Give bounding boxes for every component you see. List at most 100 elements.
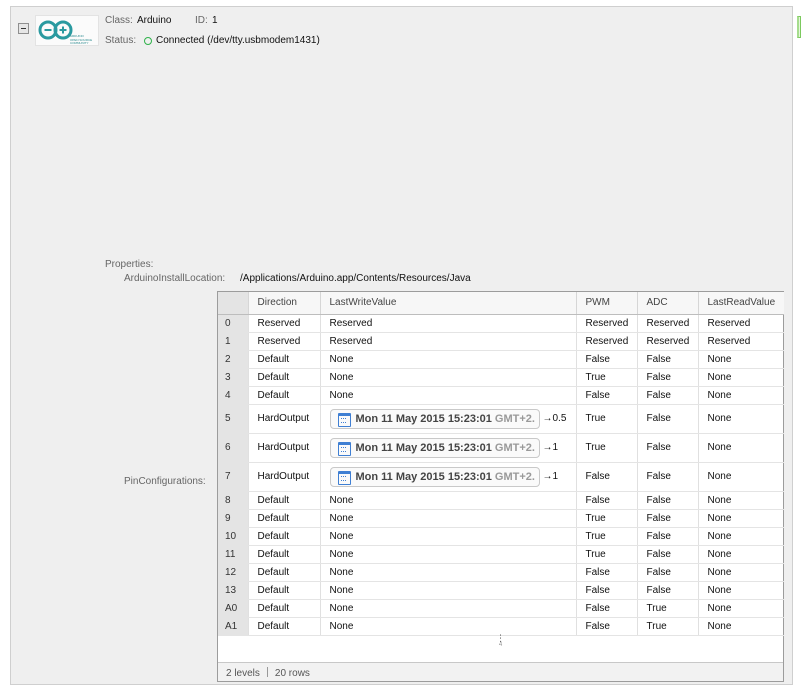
status-label: Status:	[105, 35, 137, 46]
pin-cell: 11	[218, 545, 248, 564]
collapse-button[interactable]	[18, 23, 29, 34]
direction-cell: Default	[247, 491, 320, 510]
date-time-picker[interactable]: Mon 11 May 2015 15:23:01 GMT+2.	[329, 466, 540, 487]
adc-cell: False	[636, 368, 698, 387]
adc-cell: False	[636, 581, 698, 600]
pwm-cell: False	[575, 491, 637, 510]
column-header-lastreadvalue[interactable]: LastReadValue	[697, 292, 784, 315]
pin-cell: 13	[218, 581, 248, 600]
pin-cell: 10	[218, 527, 248, 546]
table-row[interactable]: 3 Default None True False None	[218, 368, 784, 387]
pwm-cell: False	[575, 350, 637, 369]
direction-cell: Default	[247, 563, 320, 582]
table-row[interactable]: A0 Default None False True None	[218, 599, 784, 618]
pin-cell: 3	[218, 368, 248, 387]
lastread-cell: None	[697, 527, 784, 546]
pwm-cell: True	[575, 545, 637, 564]
pin-cell: 9	[218, 509, 248, 528]
table-header-row: Direction LastWriteValue PWM ADC LastRea…	[218, 292, 784, 315]
lastread-cell: None	[697, 386, 784, 405]
table-row[interactable]: 5 HardOutput Mon 11 May 2015 15:23:01 GM…	[218, 404, 784, 434]
pwm-cell: True	[575, 433, 637, 463]
pin-configurations-table: Direction LastWriteValue PWM ADC LastRea…	[217, 291, 784, 682]
status-indicator-icon	[144, 37, 152, 45]
adc-cell: False	[636, 491, 698, 510]
resize-handle[interactable]	[797, 16, 801, 38]
direction-cell: Reserved	[247, 314, 320, 333]
table-row[interactable]: 12 Default None False False None	[218, 563, 784, 582]
table-row[interactable]: 1 Reserved Reserved Reserved Reserved Re…	[218, 332, 784, 351]
direction-cell: Default	[247, 386, 320, 405]
column-header-direction[interactable]: Direction	[247, 292, 320, 315]
class-label: Class:	[105, 15, 133, 26]
table-row[interactable]: 0 Reserved Reserved Reserved Reserved Re…	[218, 314, 784, 333]
calendar-icon	[337, 441, 351, 456]
date-time-picker[interactable]: Mon 11 May 2015 15:23:01 GMT+2.	[329, 437, 540, 458]
lastwrite-cell: None	[319, 599, 576, 618]
lastread-cell: None	[697, 599, 784, 618]
arduino-logo: ARDUINO OPEN SOURCE COMMUNITY	[35, 15, 99, 46]
lastwrite-cell: None	[319, 350, 576, 369]
pin-configurations-label: PinConfigurations:	[124, 476, 206, 487]
date-time-value: Mon 11 May 2015 15:23:01	[355, 470, 492, 483]
adc-cell: True	[636, 599, 698, 618]
direction-cell: Default	[247, 617, 320, 636]
class-value: Arduino	[137, 15, 172, 26]
table-row[interactable]: 7 HardOutput Mon 11 May 2015 15:23:01 GM…	[218, 462, 784, 492]
pwm-cell: False	[575, 581, 637, 600]
date-time-value: Mon 11 May 2015 15:23:01	[355, 412, 492, 425]
date-time-value: Mon 11 May 2015 15:23:01	[355, 441, 492, 454]
adc-cell: False	[636, 386, 698, 405]
table-row[interactable]: 6 HardOutput Mon 11 May 2015 15:23:01 GM…	[218, 433, 784, 463]
column-header-pwm[interactable]: PWM	[575, 292, 637, 315]
pin-cell: 0	[218, 314, 248, 333]
pwm-cell: Reserved	[575, 332, 637, 351]
adc-cell: Reserved	[636, 332, 698, 351]
lastwrite-cell: None	[319, 545, 576, 564]
pin-cell: 2	[218, 350, 248, 369]
lastread-cell: None	[697, 509, 784, 528]
pin-cell: 8	[218, 491, 248, 510]
logo-caption: ARDUINO OPEN SOURCE COMMUNITY	[70, 35, 93, 45]
lastread-cell: Reserved	[697, 314, 784, 333]
more-rows-count: 4	[498, 642, 503, 648]
more-rows-indicator[interactable]: ⋮ 4	[218, 634, 783, 656]
pwm-cell: True	[575, 527, 637, 546]
table-row[interactable]: 2 Default None False False None	[218, 350, 784, 369]
table-row[interactable]: 9 Default None True False None	[218, 509, 784, 528]
properties-heading: Properties:	[105, 259, 154, 270]
lastwrite-cell: None	[319, 581, 576, 600]
install-location-label: ArduinoInstallLocation:	[124, 273, 226, 284]
adc-cell: Reserved	[636, 314, 698, 333]
pin-cell: 6	[218, 433, 248, 463]
pwm-cell: True	[575, 368, 637, 387]
table-row[interactable]: 13 Default None False False None	[218, 581, 784, 600]
column-header-lastwritevalue[interactable]: LastWriteValue	[319, 292, 576, 315]
lastwrite-cell: None	[319, 386, 576, 405]
date-time-picker[interactable]: Mon 11 May 2015 15:23:01 GMT+2.	[329, 408, 540, 429]
pwm-cell: False	[575, 462, 637, 492]
table-row[interactable]: 11 Default None True False None	[218, 545, 784, 564]
direction-cell: Default	[247, 368, 320, 387]
lastread-cell: None	[697, 581, 784, 600]
column-header-pin[interactable]	[218, 292, 248, 315]
adc-cell: True	[636, 617, 698, 636]
direction-cell: Default	[247, 350, 320, 369]
column-header-adc[interactable]: ADC	[636, 292, 698, 315]
direction-cell: HardOutput	[247, 404, 320, 434]
direction-cell: HardOutput	[247, 433, 320, 463]
adc-cell: False	[636, 563, 698, 582]
lastwrite-cell: Mon 11 May 2015 15:23:01 GMT+2. →0.5	[319, 404, 576, 434]
table-row[interactable]: 4 Default None False False None	[218, 386, 784, 405]
table-row[interactable]: 8 Default None False False None	[218, 491, 784, 510]
pin-cell: 4	[218, 386, 248, 405]
direction-cell: Default	[247, 527, 320, 546]
lastread-cell: None	[697, 404, 784, 434]
lastwrite-cell: None	[319, 368, 576, 387]
table-row[interactable]: 10 Default None True False None	[218, 527, 784, 546]
lastwrite-cell: None	[319, 527, 576, 546]
direction-cell: Default	[247, 509, 320, 528]
pwm-cell: True	[575, 509, 637, 528]
pin-cell: A1	[218, 617, 248, 636]
lastwrite-cell: None	[319, 509, 576, 528]
